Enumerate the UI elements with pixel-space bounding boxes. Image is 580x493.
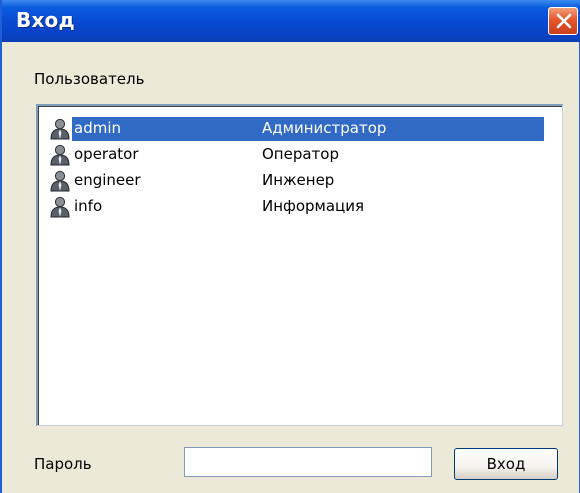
user-name: info <box>74 197 103 215</box>
user-row-info[interactable]: info Информация <box>44 195 544 219</box>
user-name: engineer <box>74 171 141 189</box>
user-role: Информация <box>262 197 365 215</box>
user-row-engineer[interactable]: engineer Инженер <box>44 169 544 193</box>
close-button[interactable] <box>548 7 578 35</box>
title-bar[interactable]: Вход <box>2 0 580 42</box>
user-row-operator[interactable]: operator Оператор <box>44 143 544 167</box>
user-role: Администратор <box>262 119 387 137</box>
user-icon <box>50 170 70 192</box>
user-row-admin[interactable]: admin Администратор <box>44 117 544 141</box>
login-button[interactable]: Вход <box>454 448 558 480</box>
user-icon <box>50 196 70 218</box>
user-icon <box>50 118 70 140</box>
user-name: admin <box>74 119 121 137</box>
user-name: operator <box>74 145 139 163</box>
password-input[interactable] <box>184 447 432 477</box>
user-role: Оператор <box>262 145 339 163</box>
user-role: Инженер <box>262 171 335 189</box>
window-title: Вход <box>16 8 75 32</box>
user-label: Пользователь <box>34 70 145 88</box>
login-dialog: Вход Пользователь admin Администратор op… <box>0 0 580 493</box>
user-icon <box>50 144 70 166</box>
password-label: Пароль <box>34 455 92 473</box>
user-list[interactable]: admin Администратор operator Оператор en… <box>36 104 563 426</box>
close-icon <box>556 13 572 29</box>
